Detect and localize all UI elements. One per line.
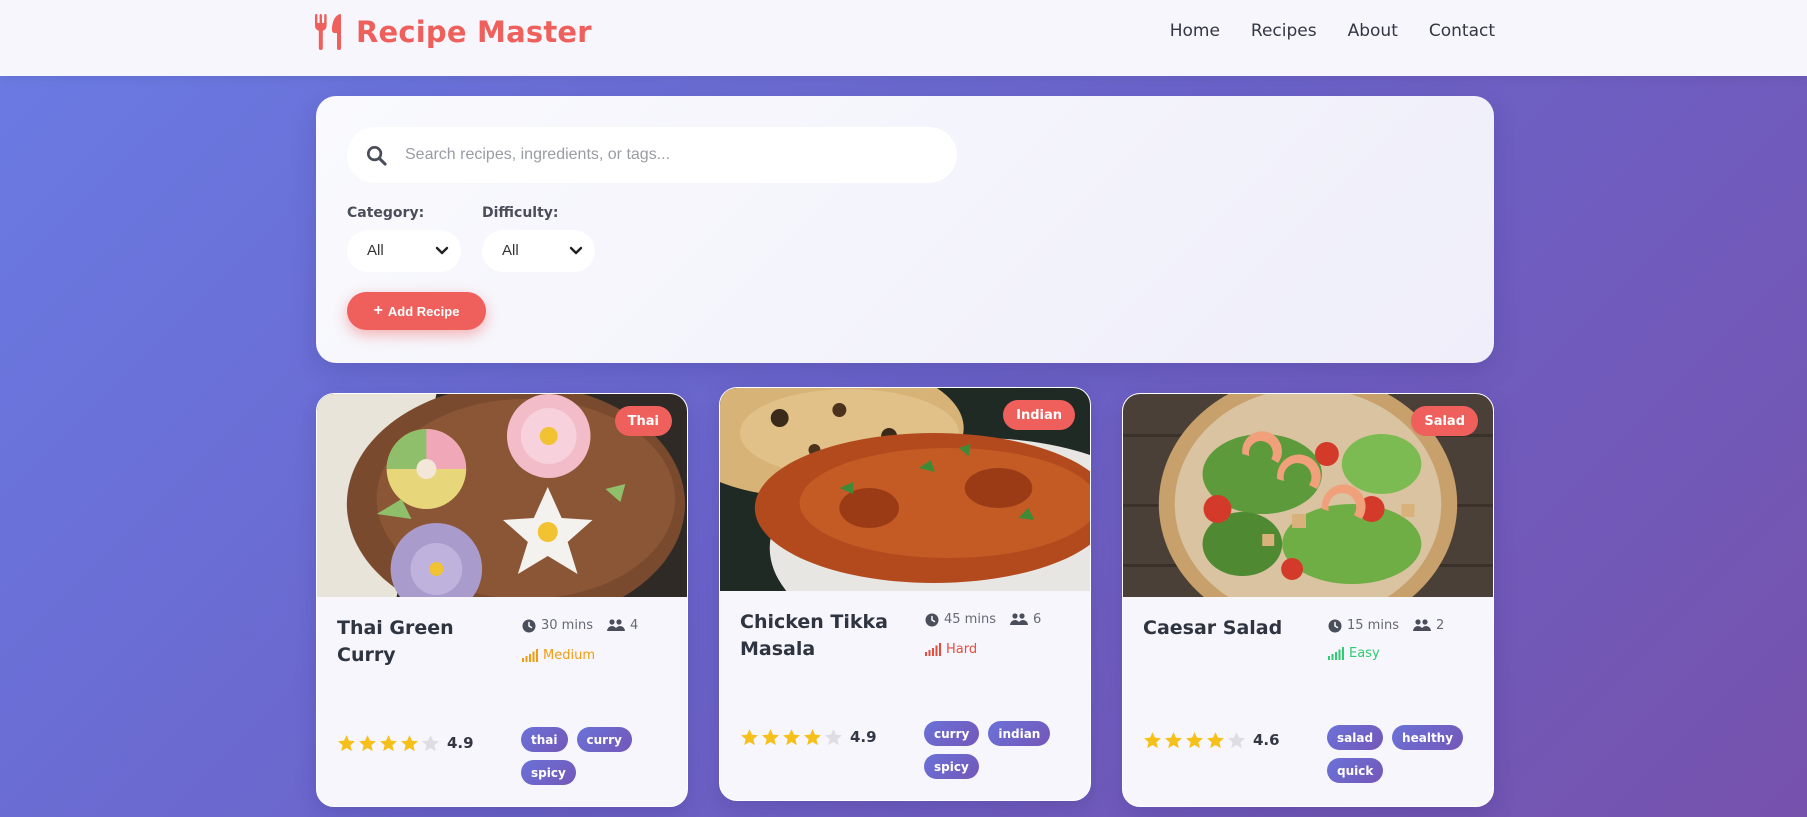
star-icon: [1144, 732, 1161, 749]
top-navbar: Recipe Master Home Recipes About Contact: [0, 0, 1807, 76]
search-bar: [347, 127, 957, 183]
star-icon: [1186, 732, 1203, 749]
plus-icon: +: [373, 302, 383, 319]
brand-logo[interactable]: Recipe Master: [314, 14, 592, 50]
tag[interactable]: spicy: [521, 760, 576, 785]
recipe-title: Chicken Tikka Masala: [740, 611, 888, 660]
search-input[interactable]: [405, 137, 935, 173]
signal-bars-icon: [1328, 647, 1344, 660]
recipe-meta: 30 mins 4: [522, 618, 638, 633]
prep-time: 30 mins: [522, 618, 593, 633]
tag[interactable]: quick: [1327, 758, 1384, 783]
category-badge: Salad: [1411, 406, 1478, 436]
category-selected-value: All: [367, 242, 384, 259]
clock-icon: [522, 619, 536, 632]
time-value: 15 mins: [1347, 618, 1399, 633]
main-nav: Home Recipes About Contact: [1170, 21, 1495, 41]
star-icon: [1228, 732, 1245, 749]
servings: 4: [606, 618, 639, 633]
star-rating: [1143, 731, 1246, 750]
brand-name: Recipe Master: [356, 15, 592, 49]
star-icon: [783, 729, 800, 746]
recipe-card-caesar-salad[interactable]: Salad Caesar Salad 15 mins 2 Easy 4.6 sa…: [1122, 393, 1494, 807]
rating-value: 4.9: [447, 734, 474, 752]
tag-list: thai curry spicy: [521, 727, 671, 785]
star-icon: [401, 735, 418, 752]
category-label: Category:: [347, 205, 425, 221]
nav-home[interactable]: Home: [1170, 21, 1220, 41]
clock-icon: [925, 613, 939, 626]
star-icon: [359, 735, 376, 752]
prep-time: 15 mins: [1328, 618, 1399, 633]
servings-value: 4: [629, 618, 639, 633]
recipe-card-chicken-tikka-masala[interactable]: Indian Chicken Tikka Masala 45 mins 6 Ha…: [719, 387, 1091, 801]
servings-value: 6: [1032, 612, 1042, 627]
rating-value: 4.9: [850, 728, 877, 746]
tag[interactable]: thai: [521, 727, 568, 752]
signal-bars-icon: [522, 649, 538, 662]
servings-value: 2: [1435, 618, 1445, 633]
difficulty-indicator: Medium: [522, 648, 595, 663]
star-rating: [337, 734, 440, 753]
time-value: 45 mins: [944, 612, 996, 627]
rating-value: 4.6: [1253, 731, 1280, 749]
star-icon: [825, 729, 842, 746]
category-select[interactable]: All: [347, 230, 461, 272]
star-icon: [1165, 732, 1182, 749]
star-icon: [422, 735, 439, 752]
difficulty-value: Easy: [1349, 646, 1380, 661]
difficulty-indicator: Easy: [1328, 646, 1380, 661]
nav-recipes[interactable]: Recipes: [1251, 21, 1317, 41]
difficulty-indicator: Hard: [925, 642, 977, 657]
servings: 6: [1009, 612, 1042, 627]
tag-list: salad healthy quick: [1327, 725, 1477, 783]
star-icon: [741, 729, 758, 746]
recipe-meta: 45 mins 6: [925, 612, 1041, 627]
users-icon: [606, 619, 625, 631]
recipe-meta: 15 mins 2: [1328, 618, 1444, 633]
add-recipe-label: Add Recipe: [387, 303, 460, 319]
utensils-icon: [314, 14, 346, 50]
star-icon: [1207, 732, 1224, 749]
tag-list: curry indian spicy: [924, 721, 1074, 779]
star-icon: [380, 735, 397, 752]
tag[interactable]: curry: [576, 727, 632, 752]
nav-about[interactable]: About: [1348, 21, 1398, 41]
tag[interactable]: healthy: [1392, 725, 1464, 750]
users-icon: [1412, 619, 1431, 631]
difficulty-label: Difficulty:: [482, 205, 559, 221]
star-rating: [740, 728, 843, 747]
star-icon: [804, 729, 821, 746]
search-panel: Category: All Difficulty: All + Add Reci…: [316, 96, 1494, 363]
star-icon: [762, 729, 779, 746]
servings: 2: [1412, 618, 1445, 633]
users-icon: [1009, 613, 1028, 625]
clock-icon: [1328, 619, 1342, 632]
recipe-title: Thai Green Curry: [337, 617, 454, 666]
signal-bars-icon: [925, 643, 941, 656]
difficulty-select[interactable]: All: [482, 230, 595, 272]
tag[interactable]: indian: [988, 721, 1051, 746]
category-badge: Indian: [1003, 400, 1075, 430]
nav-contact[interactable]: Contact: [1429, 21, 1495, 41]
recipe-title: Caesar Salad: [1143, 617, 1283, 639]
category-badge: Thai: [614, 406, 672, 436]
difficulty-selected-value: All: [502, 242, 519, 259]
difficulty-value: Hard: [946, 642, 978, 657]
prep-time: 45 mins: [925, 612, 996, 627]
add-recipe-button[interactable]: + Add Recipe: [347, 292, 486, 330]
time-value: 30 mins: [541, 618, 593, 633]
tag[interactable]: salad: [1327, 725, 1384, 750]
recipe-card-thai-green-curry[interactable]: Thai Thai Green Curry 30 mins 4 Medium 4…: [316, 393, 688, 807]
tag[interactable]: spicy: [924, 754, 979, 779]
star-icon: [338, 735, 355, 752]
tag[interactable]: curry: [924, 721, 980, 746]
difficulty-value: Medium: [543, 648, 595, 663]
